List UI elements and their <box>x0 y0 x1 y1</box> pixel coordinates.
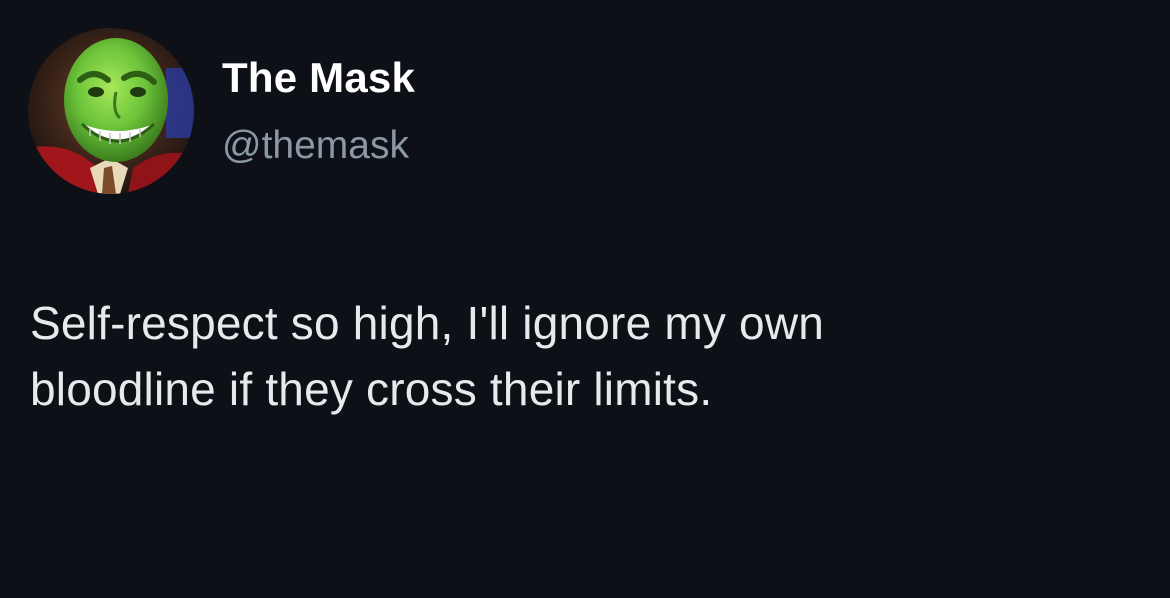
author-handle[interactable]: @themask <box>222 122 409 170</box>
tweet-text-line: Self-respect so high, I'll ignore my own <box>30 297 825 349</box>
avatar[interactable] <box>28 28 194 194</box>
tweet-text-line: bloodline if they cross their limits. <box>30 363 713 415</box>
green-mask-face-icon <box>28 28 194 194</box>
author-display-name[interactable]: The Mask <box>222 52 415 104</box>
tweet-text: Self-respect so high, I'll ignore my own… <box>30 290 1140 422</box>
tweet-card: The Mask @themask Self-respect so high, … <box>0 0 1170 598</box>
